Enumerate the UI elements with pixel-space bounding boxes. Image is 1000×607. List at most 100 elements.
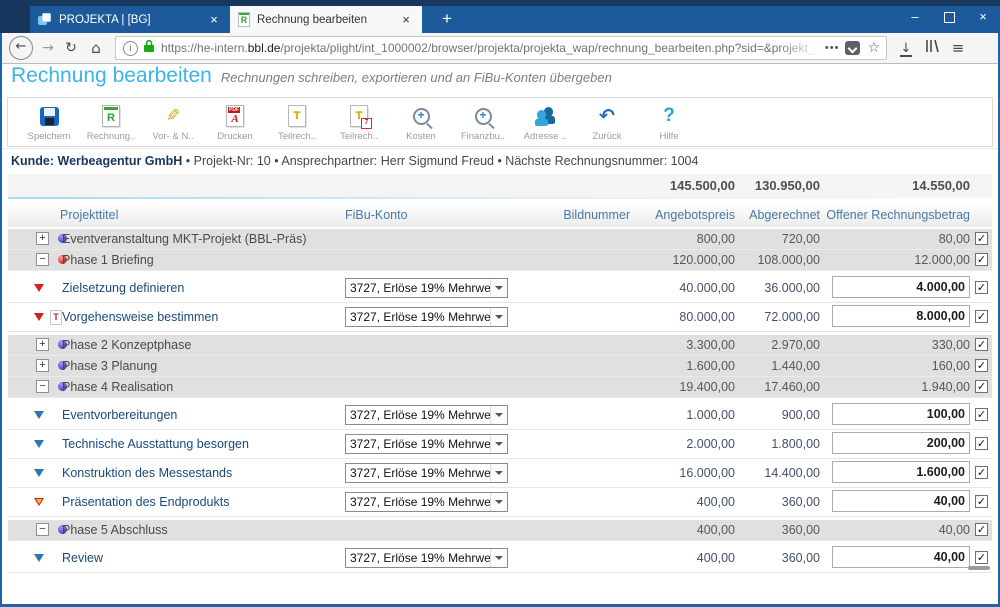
include-checkbox[interactable]: ✓ — [975, 281, 988, 294]
toolbar-button-vor-&-n[interactable]: ✎ Vor- & N.. — [142, 98, 204, 146]
tab-close-icon[interactable]: × — [398, 12, 414, 27]
invoice-table: 145.500,00 130.950,00 14.550,00 Projektt… — [8, 174, 992, 573]
partial-invoice-icon: T — [288, 105, 306, 127]
include-checkbox[interactable]: ✓ — [975, 523, 988, 536]
expand-plus-icon[interactable]: + — [36, 338, 49, 351]
offener-betrag-input[interactable] — [832, 305, 970, 327]
angebotspreis-value: 16.000,00 — [679, 466, 735, 480]
partial-invoice-date-icon: T7 — [350, 105, 372, 129]
include-checkbox[interactable]: ✓ — [975, 232, 988, 245]
home-button[interactable]: ⌂ — [83, 39, 109, 57]
close-button[interactable]: × — [966, 0, 1000, 33]
fibu-konto-select[interactable]: 3727, Erlöse 19% Mehrwerts — [345, 492, 508, 512]
back-button[interactable]: ← — [9, 36, 33, 60]
fibu-konto-selected: 3727, Erlöse 19% Mehrwerts — [350, 437, 490, 451]
include-checkbox[interactable]: ✓ — [975, 310, 988, 323]
include-checkbox[interactable]: ✓ — [975, 338, 988, 351]
collapse-minus-icon[interactable]: − — [36, 380, 49, 393]
pocket-icon[interactable] — [845, 41, 861, 55]
angebotspreis-value: 19.400,00 — [679, 380, 735, 394]
toolbar-button-teilrech[interactable]: T Teilrech.. — [266, 98, 328, 146]
library-button[interactable] — [919, 39, 945, 58]
offener-betrag-input[interactable] — [832, 461, 970, 483]
blue-triangle-icon — [34, 440, 44, 448]
total-offener-betrag: 14.550,00 — [912, 178, 970, 193]
offener-betrag-input[interactable] — [832, 546, 970, 568]
fibu-konto-select[interactable]: 3727, Erlöse 19% Mehrwerts — [345, 463, 508, 483]
fibu-konto-selected: 3727, Erlöse 19% Mehrwerts — [350, 495, 490, 509]
abgerechnet-value: 1.440,00 — [771, 359, 820, 373]
red-triangle-icon — [34, 313, 44, 321]
tab-projekta[interactable]: PROJEKTA | [BG] × — [30, 6, 230, 33]
expand-plus-icon[interactable]: + — [36, 359, 49, 372]
position-link[interactable]: Präsentation des Endprodukts — [62, 488, 229, 516]
new-tab-button[interactable]: + — [432, 6, 462, 33]
page-actions-icon[interactable]: ••• — [825, 42, 840, 54]
url-text[interactable]: https://he-intern.bbl.de/projekta/plight… — [161, 41, 819, 55]
offener-betrag-input[interactable] — [832, 490, 970, 512]
reload-button[interactable]: ↻ — [59, 40, 83, 56]
include-checkbox[interactable]: ✓ — [975, 437, 988, 450]
url-bar[interactable]: i https://he-intern.bbl.de/projekta/plig… — [115, 36, 887, 60]
bookmark-star-icon[interactable]: ☆ — [867, 40, 880, 56]
header-projekttitel: Projekttitel — [60, 208, 119, 222]
toolbar-button-zur-ck[interactable]: ↶ Zurück — [576, 98, 638, 146]
toolbar-button-teilrech[interactable]: T 7 Teilrech.. — [328, 98, 390, 146]
menu-button[interactable]: ≡ — [945, 39, 971, 57]
position-link[interactable]: Zielsetzung definieren — [62, 274, 184, 302]
toolbar-button-label: Adresse .. — [523, 131, 567, 142]
maximize-button[interactable] — [932, 0, 966, 33]
tab-label: Rechnung bearbeiten — [257, 13, 367, 26]
include-checkbox[interactable]: ✓ — [975, 380, 988, 393]
position-link[interactable]: Review — [62, 544, 103, 572]
include-checkbox[interactable]: ✓ — [975, 551, 988, 564]
position-link[interactable]: Konstruktion des Messestands — [62, 459, 232, 487]
abgerechnet-value: 36.000,00 — [764, 281, 820, 295]
toolbar-button-drucken[interactable]: PDF A Drucken — [204, 98, 266, 146]
fibu-konto-selected: 3727, Erlöse 19% Mehrwerts — [350, 408, 490, 422]
position-link[interactable]: Vorgehensweise bestimmen — [62, 303, 218, 331]
offener-betrag-input[interactable] — [832, 432, 970, 454]
minimize-button[interactable]: – — [898, 0, 932, 33]
position-link[interactable]: Technische Ausstattung besorgen — [62, 430, 249, 458]
include-checkbox[interactable]: ✓ — [975, 359, 988, 372]
totals-row: 145.500,00 130.950,00 14.550,00 — [8, 174, 992, 197]
invoice-icon: R — [102, 105, 120, 127]
position-link[interactable]: Eventvorbereitungen — [62, 401, 177, 429]
forward-button[interactable]: → — [37, 40, 59, 56]
header-offener-betrag: Offener Rechnungsbetrag — [826, 208, 970, 222]
collapse-minus-icon[interactable]: − — [36, 253, 49, 266]
offener-betrag-input[interactable] — [832, 276, 970, 298]
fibu-konto-select[interactable]: 3727, Erlöse 19% Mehrwerts — [345, 307, 508, 327]
toolbar-button-label: Rechnung.. — [86, 131, 136, 142]
include-checkbox[interactable]: ✓ — [975, 495, 988, 508]
toolbar-button-finanzbu[interactable]: Finanzbu.. — [452, 98, 514, 146]
toolbar-button-hilfe[interactable]: ? Hilfe — [638, 98, 700, 146]
abgerechnet-value: 900,00 — [781, 408, 820, 422]
tab-close-icon[interactable]: × — [206, 12, 222, 27]
back-arrow-icon: ↶ — [599, 105, 615, 127]
fibu-konto-select[interactable]: 3727, Erlöse 19% Mehrwerts — [345, 278, 508, 298]
toolbar-button-rechnung[interactable]: R Rechnung.. — [80, 98, 142, 146]
collapse-minus-icon[interactable]: − — [36, 523, 49, 536]
toolbar-button-kosten[interactable]: Kosten — [390, 98, 452, 146]
expand-plus-icon[interactable]: + — [36, 232, 49, 245]
include-checkbox[interactable]: ✓ — [975, 408, 988, 421]
customer-info-bar: Kunde: Werbeagentur GmbH • Projekt-Nr: 1… — [2, 148, 998, 174]
scrollbar-thumb[interactable] — [968, 566, 990, 570]
offener-betrag-input[interactable] — [832, 403, 970, 425]
fibu-konto-select[interactable]: 3727, Erlöse 19% Mehrwerts — [345, 548, 508, 568]
page-info-icon[interactable]: i — [123, 40, 138, 56]
angebotspreis-value: 1.600,00 — [686, 359, 735, 373]
project-details: • Projekt-Nr: 10 • Ansprechpartner: Herr… — [182, 154, 699, 168]
include-checkbox[interactable]: ✓ — [975, 466, 988, 479]
page-title: Rechnung bearbeiten — [11, 64, 212, 87]
include-checkbox[interactable]: ✓ — [975, 253, 988, 266]
downloads-button[interactable]: ↓ — [893, 39, 919, 57]
download-arrow-icon: ↓ — [899, 41, 913, 57]
tab-rechnung-bearbeiten[interactable]: R Rechnung bearbeiten × — [230, 6, 422, 33]
toolbar-button-adresse[interactable]: Adresse .. — [514, 98, 576, 146]
toolbar-button-speichern[interactable]: Speichern — [18, 98, 80, 146]
fibu-konto-select[interactable]: 3727, Erlöse 19% Mehrwerts — [345, 434, 508, 454]
fibu-konto-select[interactable]: 3727, Erlöse 19% Mehrwerts — [345, 405, 508, 425]
